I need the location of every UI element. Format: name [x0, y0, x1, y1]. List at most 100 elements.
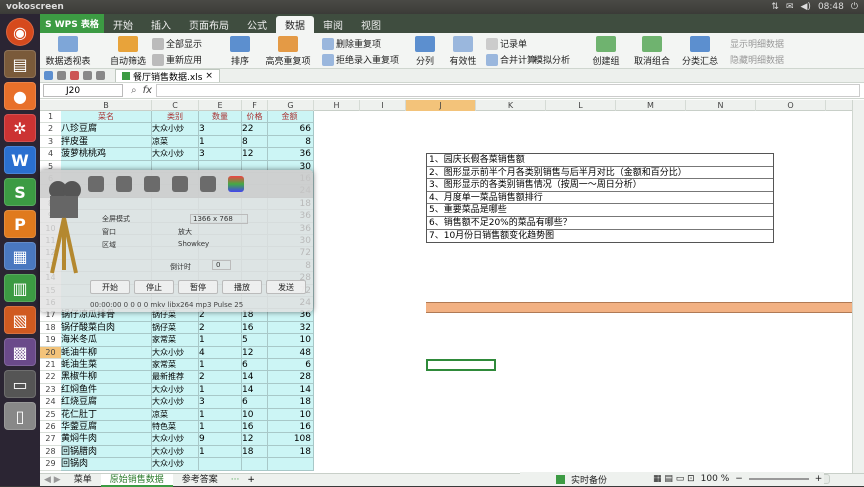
table-cell[interactable]: 14 [242, 371, 268, 384]
table-cell[interactable]: 1 [199, 359, 242, 372]
table-cell[interactable]: 大众小炒 [152, 383, 199, 397]
task-item[interactable]: 5、重要菜品是哪些 [427, 204, 773, 217]
zoom-icon[interactable]: ⌕ [131, 85, 137, 96]
sheet-tab-raw-sales[interactable]: 原始销售数据 [100, 473, 173, 487]
option-magnifier[interactable]: 放大 [178, 227, 192, 237]
table-cell[interactable]: 大众小炒 [152, 445, 199, 459]
row-header[interactable]: 19 [40, 334, 61, 347]
task-item[interactable]: 3、图形显示的各类别销售情况（按周一～周日分析） [427, 179, 773, 192]
table-cell[interactable]: 10 [242, 408, 268, 421]
formula-input[interactable] [156, 84, 860, 97]
row-header[interactable]: 3 [40, 136, 61, 149]
table-cell[interactable]: 16 [268, 421, 314, 434]
table-cell[interactable]: 家常菜 [152, 359, 199, 372]
name-box[interactable]: J20 [43, 84, 123, 97]
file-tab[interactable]: 餐厅销售数据.xls × [115, 69, 220, 83]
sort-button[interactable]: 排序 [216, 36, 264, 67]
play-button[interactable]: 播放 [222, 280, 262, 294]
recorder-overlay[interactable]: 全屏模式 窗口 区域 1366 x 768 放大 Showkey 倒计时 0 开… [40, 170, 313, 312]
table-cell[interactable]: 66 [268, 123, 314, 136]
table-cell[interactable]: 36 [268, 148, 314, 161]
table-cell[interactable]: 数量 [199, 111, 242, 124]
mail-icon[interactable]: ✉ [786, 2, 794, 12]
table-cell[interactable]: 金额 [268, 111, 314, 124]
table-cell[interactable]: 2 [199, 371, 242, 384]
option-area[interactable]: 区域 [102, 240, 116, 250]
zoom-slider[interactable] [748, 478, 809, 480]
table-cell[interactable]: 1 [199, 135, 242, 149]
table-cell[interactable]: 8 [242, 135, 268, 149]
stop-button[interactable]: 停止 [134, 280, 174, 294]
table-cell[interactable]: 8 [268, 135, 314, 149]
table-cell[interactable]: 12 [242, 346, 268, 359]
table-cell[interactable]: 凉菜 [152, 408, 199, 421]
send-button[interactable]: 发送 [266, 280, 306, 294]
table-cell[interactable]: 黄焖牛肉 [61, 433, 152, 446]
column-header-n[interactable]: N [686, 100, 756, 111]
task-list-box[interactable]: 1、园庆长假各菜销售额 2、图形显示前半个月各类别销售与后半月对比（金额和百分比）… [426, 153, 774, 244]
create-group-button[interactable]: 创建组 [586, 36, 626, 67]
table-cell[interactable] [242, 458, 268, 471]
table-cell[interactable]: 108 [268, 433, 314, 446]
writer-icon[interactable]: W [4, 146, 36, 174]
record-button[interactable]: 记录单 [486, 37, 527, 50]
table-cell[interactable]: 凉菜 [152, 135, 199, 149]
table-cell[interactable]: 16 [242, 421, 268, 434]
network-tool-icon[interactable]: ✲ [4, 114, 36, 142]
table-cell[interactable]: 48 [268, 346, 314, 359]
tab-page-layout[interactable]: 页面布局 [180, 16, 238, 33]
row-header[interactable]: 21 [40, 359, 61, 372]
column-header-k[interactable]: K [476, 100, 546, 111]
table-cell[interactable]: 菜名 [61, 111, 152, 124]
sheet-tab-answer[interactable]: 参考答案 [173, 474, 227, 487]
table-cell[interactable]: 华蓥豆腐 [61, 421, 152, 434]
table-cell[interactable]: 大众小炒 [152, 396, 199, 409]
zoom-out-icon[interactable]: − [735, 474, 743, 484]
tab-data[interactable]: 数据 [276, 16, 314, 33]
table-cell[interactable]: 类别 [152, 111, 199, 124]
row-header[interactable]: 20 [40, 346, 61, 359]
column-header-c[interactable]: C [152, 100, 199, 111]
zoom-level[interactable]: 100 % [701, 474, 730, 484]
network-icon[interactable]: ⇅ [771, 2, 779, 12]
countdown-input[interactable]: 0 [212, 260, 232, 270]
validity-button[interactable]: 有效性 [444, 36, 482, 67]
pdf-icon[interactable] [70, 71, 79, 80]
option-fullscreen[interactable]: 全屏模式 [102, 214, 130, 224]
row-header[interactable]: 29 [40, 458, 61, 471]
row-header[interactable]: 23 [40, 384, 61, 397]
files-icon[interactable]: ▤ [4, 50, 36, 78]
tools-icon[interactable] [172, 176, 188, 192]
table-cell[interactable]: 大众小炒 [152, 123, 199, 136]
column-header-i[interactable]: I [360, 100, 406, 111]
row-header[interactable]: 4 [40, 148, 61, 161]
redo-icon[interactable] [96, 71, 105, 80]
table-cell[interactable]: 蚝油牛柳 [61, 346, 152, 359]
pivot-table-button[interactable]: 数据透视表 [44, 36, 92, 67]
table-cell[interactable]: 14 [268, 383, 314, 397]
app-icon[interactable]: ▩ [4, 338, 36, 366]
table-cell[interactable]: 特色菜 [152, 421, 199, 434]
calc-icon[interactable]: ▥ [4, 274, 36, 302]
table-cell[interactable]: 八珍豆腐 [61, 123, 152, 136]
spreadsheet-icon[interactable]: S [4, 178, 36, 206]
table-cell[interactable]: 32 [268, 321, 314, 335]
wps-menu-button[interactable]: S WPS 表格 [40, 14, 104, 33]
highlight-dup-button[interactable]: 高亮重复项 [260, 36, 316, 67]
document-icon[interactable]: ▦ [4, 242, 36, 270]
consolidate-button[interactable]: 合并计算 [486, 53, 536, 66]
column-header-m[interactable]: M [616, 100, 686, 111]
zoom-in-icon[interactable]: + [815, 474, 823, 484]
table-cell[interactable]: 3 [199, 123, 242, 136]
vertical-scrollbar[interactable] [852, 100, 864, 473]
table-cell[interactable]: 1 [199, 383, 242, 397]
table-cell[interactable]: 22 [242, 123, 268, 136]
table-cell[interactable]: 9 [199, 433, 242, 446]
clock[interactable]: 08:48 [818, 2, 844, 12]
table-cell[interactable]: 18 [268, 396, 314, 409]
print-icon[interactable] [57, 71, 66, 80]
monitor-icon[interactable] [88, 176, 104, 192]
task-item[interactable]: 2、图形显示前半个月各类别销售与后半月对比（金额和百分比） [427, 167, 773, 180]
close-icon[interactable]: × [205, 71, 213, 81]
fx-button[interactable]: fx [143, 85, 152, 96]
